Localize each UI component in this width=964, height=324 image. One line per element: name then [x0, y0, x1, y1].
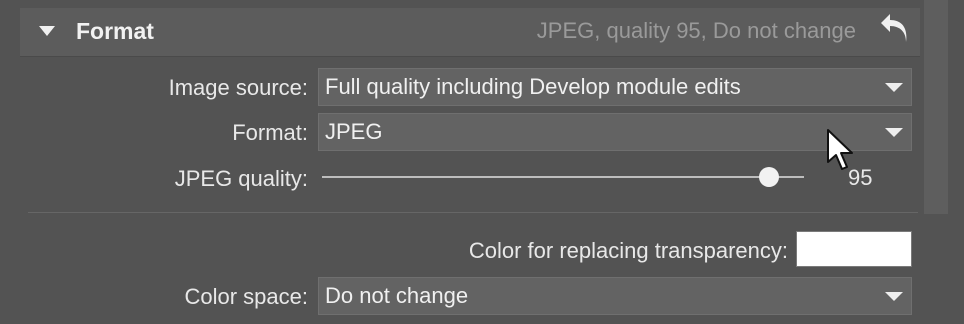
section-summary: JPEG, quality 95, Do not change — [536, 18, 856, 43]
slider-thumb[interactable] — [759, 167, 780, 187]
image-source-dropdown[interactable]: Full quality including Develop module ed… — [318, 68, 912, 106]
slider-track — [322, 176, 804, 178]
section-divider — [28, 212, 918, 213]
collapse-icon[interactable] — [39, 26, 55, 36]
section-title: Format — [76, 18, 154, 44]
chevron-down-icon — [885, 128, 903, 137]
chevron-down-icon — [885, 83, 903, 92]
reset-icon[interactable] — [878, 12, 912, 46]
format-label: Format: — [232, 120, 308, 145]
color-space-label: Color space: — [184, 284, 308, 309]
transparency-color-swatch[interactable] — [796, 231, 912, 267]
color-space-value: Do not change — [325, 283, 469, 308]
format-value: JPEG — [325, 119, 383, 144]
image-source-label: Image source: — [168, 75, 308, 100]
format-dropdown[interactable]: JPEG — [318, 113, 912, 151]
transparency-color-label: Color for replacing transparency: — [468, 238, 788, 263]
color-space-dropdown[interactable]: Do not change — [318, 277, 912, 315]
panel-scrollbar[interactable] — [924, 0, 948, 214]
format-section-header[interactable]: Format JPEG, quality 95, Do not change — [20, 8, 920, 57]
chevron-down-icon — [885, 292, 903, 301]
jpeg-quality-slider[interactable] — [322, 160, 804, 194]
image-source-value: Full quality including Develop module ed… — [325, 74, 741, 99]
jpeg-quality-label: JPEG quality: — [174, 166, 308, 191]
mouse-pointer-icon — [827, 129, 853, 170]
